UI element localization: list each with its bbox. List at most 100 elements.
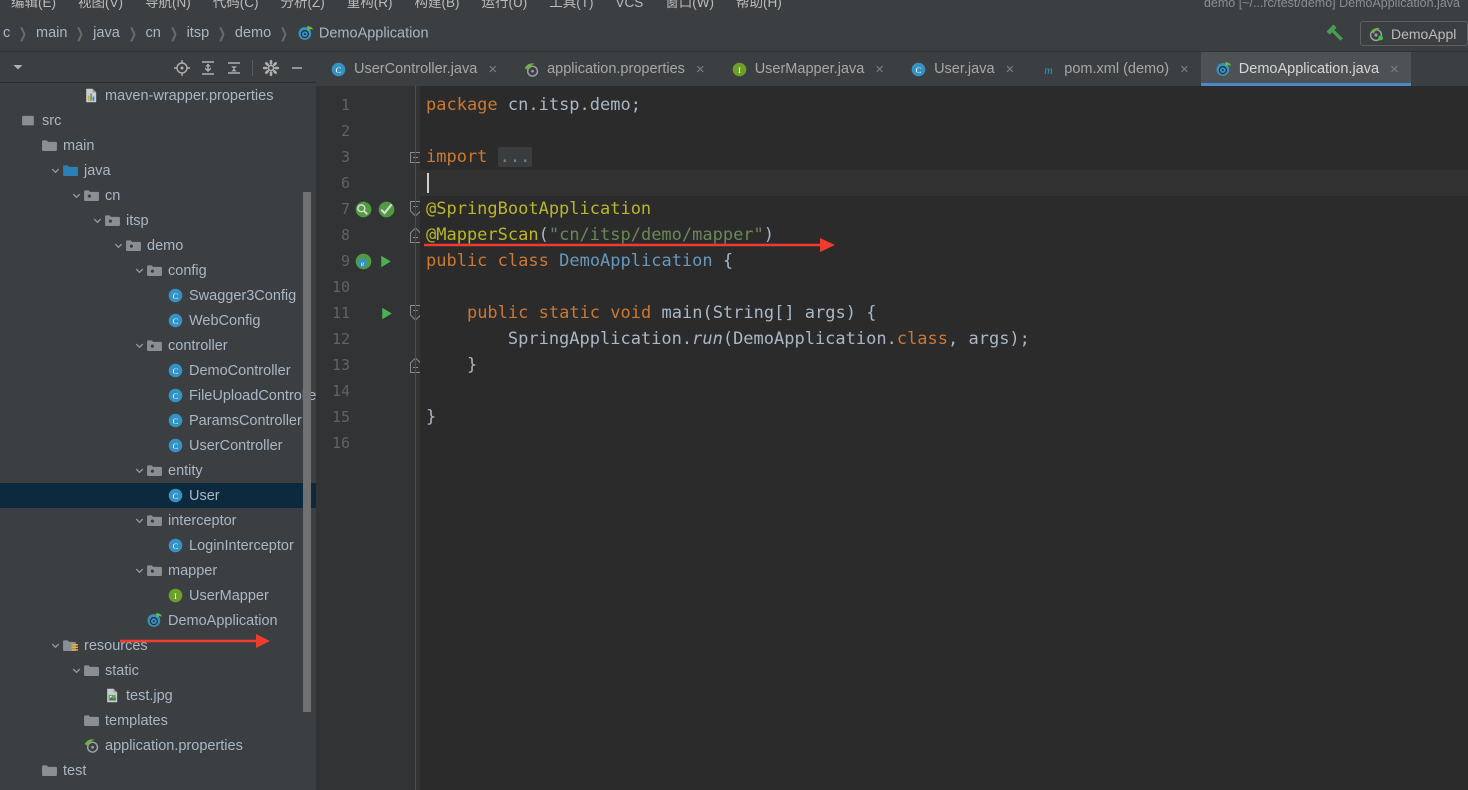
close-icon[interactable]: × [1006,62,1015,77]
menu-run[interactable]: 运行(U) [471,0,539,14]
code-line[interactable]: @MapperScan("cn/itsp/demo/mapper") [420,222,1468,248]
tree-item-mapper[interactable]: mapper [0,558,316,583]
menu-view[interactable]: 视图(V) [67,0,134,14]
breadcrumb-item-demoapplication[interactable]: DemoApplication [296,25,430,42]
chevron-down-icon[interactable] [132,339,146,353]
close-icon[interactable]: × [488,62,497,77]
gutter-row[interactable]: 16 [316,430,420,456]
tree-item-itsp[interactable]: itsp [0,208,316,233]
tree-item-src[interactable]: src [0,108,316,133]
breadcrumb-item-c[interactable]: c [2,25,11,41]
close-icon[interactable]: × [875,62,884,77]
tree-item-resources[interactable]: resources [0,633,316,658]
code-line[interactable]: @SpringBootApplication [420,196,1468,222]
tree-item-logininterceptor[interactable]: C LoginInterceptor [0,533,316,558]
menu-vcs[interactable]: VCS [605,0,655,14]
menu-navigate[interactable]: 导航(N) [134,0,202,14]
editor-tab-usercontroller-java[interactable]: C UserController.java × [316,52,509,86]
minimize-icon[interactable] [284,55,310,81]
gutter-row[interactable]: 3 [316,144,421,170]
gutter-row[interactable]: 7 [316,196,421,222]
close-icon[interactable]: × [1180,62,1189,77]
gutter-row[interactable]: 14 [316,378,420,404]
code-line[interactable] [420,430,1468,456]
editor-tab-usermapper-java[interactable]: I UserMapper.java × [717,52,896,86]
chevron-down-icon[interactable] [69,664,83,678]
gutter-row[interactable]: 1 [316,92,420,118]
code-line[interactable] [420,118,1468,144]
tree-item-paramscontroller[interactable]: C ParamsController [0,408,316,433]
tree-item-static[interactable]: static [0,658,316,683]
tree-item-main[interactable]: main [0,133,316,158]
editor-tab-user-java[interactable]: C User.java × [896,52,1026,86]
expand-all-icon[interactable] [195,55,221,81]
gutter-row[interactable]: 13 [316,352,421,378]
tree-item-fileuploadcontroller[interactable]: C FileUploadController [0,383,316,408]
breadcrumb-item-cn[interactable]: cn [145,25,162,41]
breadcrumb-item-java[interactable]: java [92,25,121,41]
tree-item-cn[interactable]: cn [0,183,316,208]
chevron-down-icon[interactable] [48,164,62,178]
code-line[interactable] [420,170,1468,196]
code-line[interactable]: } [420,404,1468,430]
tree-item-application-properties[interactable]: application.properties [0,733,316,758]
chevron-down-icon[interactable] [132,514,146,528]
editor-tab-bar[interactable]: C UserController.java × application.propert… [316,52,1468,86]
gutter-row[interactable]: 2 [316,118,420,144]
chevron-down-icon[interactable] [48,639,62,653]
code-line[interactable]: } [420,352,1468,378]
editor-tab-pom-xml-demo-[interactable]: m pom.xml (demo) × [1026,52,1201,86]
breadcrumb-item-demo[interactable]: demo [234,25,272,41]
gutter-row[interactable]: 9e [316,248,420,274]
project-tree-scrollbar[interactable] [303,192,311,712]
editor-gutter[interactable]: 1 2 3 6 7 8 9 e 10 11 12 13 14 15 16 [316,86,421,790]
tree-item-webconfig[interactable]: C WebConfig [0,308,316,333]
code-line[interactable]: public static void main(String[] args) { [420,300,1468,326]
code-line[interactable] [420,274,1468,300]
tree-item-usermapper[interactable]: I UserMapper [0,583,316,608]
tree-item-java[interactable]: java [0,158,316,183]
tree-item-entity[interactable]: entity [0,458,316,483]
tree-item-maven-wrapper-properties[interactable]: maven-wrapper.properties [0,83,316,108]
breadcrumb-item-main[interactable]: main [35,25,68,41]
tree-item-user[interactable]: C User [0,483,316,508]
tree-item-templates[interactable]: templates [0,708,316,733]
breadcrumb[interactable]: c ❯ main ❯ java ❯ cn ❯ itsp ❯ demo ❯ DemoApplication [0,14,430,52]
code-line[interactable]: public class DemoApplication { [420,248,1468,274]
chevron-down-icon[interactable] [111,239,125,253]
gutter-icon-group[interactable] [354,196,396,222]
gear-icon[interactable] [258,55,284,81]
gutter-icon-group[interactable]: e [354,248,394,274]
breadcrumb-item-itsp[interactable]: itsp [186,25,211,41]
editor-tab-demoapplication-java[interactable]: DemoApplication.java × [1200,52,1411,86]
code-text-area[interactable]: package cn.itsp.demo; import ... @SpringBo… [420,86,1468,790]
collapse-all-icon[interactable] [221,55,247,81]
menu-analyze[interactable]: 分析(Z) [270,0,336,14]
chevron-down-icon[interactable] [69,189,83,203]
menu-refactor[interactable]: 重构(R) [336,0,404,14]
gutter-row[interactable]: 15 [316,404,420,430]
chevron-down-icon[interactable] [132,564,146,578]
gutter-row[interactable]: 10 [316,274,420,300]
code-line[interactable]: SpringApplication.run(DemoApplication.cl… [420,326,1468,352]
menu-tools[interactable]: 工具(T) [538,0,604,14]
gutter-row[interactable]: 6 [316,170,420,196]
run-configuration-selector[interactable]: DemoAppl [1360,21,1468,46]
chevron-down-icon[interactable] [10,59,26,75]
locate-icon[interactable] [169,55,195,81]
gutter-row[interactable]: 12 [316,326,420,352]
gutter-row[interactable]: 11 [316,300,421,326]
tree-item-test[interactable]: test [0,758,316,783]
tree-item-demoapplication[interactable]: DemoApplication [0,608,316,633]
close-icon[interactable]: × [1390,62,1399,77]
gutter-icon-group[interactable] [354,300,395,326]
menu-code[interactable]: 代码(C) [202,0,270,14]
code-line[interactable]: package cn.itsp.demo; [420,92,1468,118]
tree-item-test-jpg[interactable]: test.jpg [0,683,316,708]
tree-item-demo[interactable]: demo [0,233,316,258]
project-tree[interactable]: maven-wrapper.properties src main java cn its… [0,83,316,790]
chevron-down-icon[interactable] [132,264,146,278]
menu-build[interactable]: 构建(B) [404,0,471,14]
tree-item-config[interactable]: config [0,258,316,283]
close-icon[interactable]: × [696,62,705,77]
